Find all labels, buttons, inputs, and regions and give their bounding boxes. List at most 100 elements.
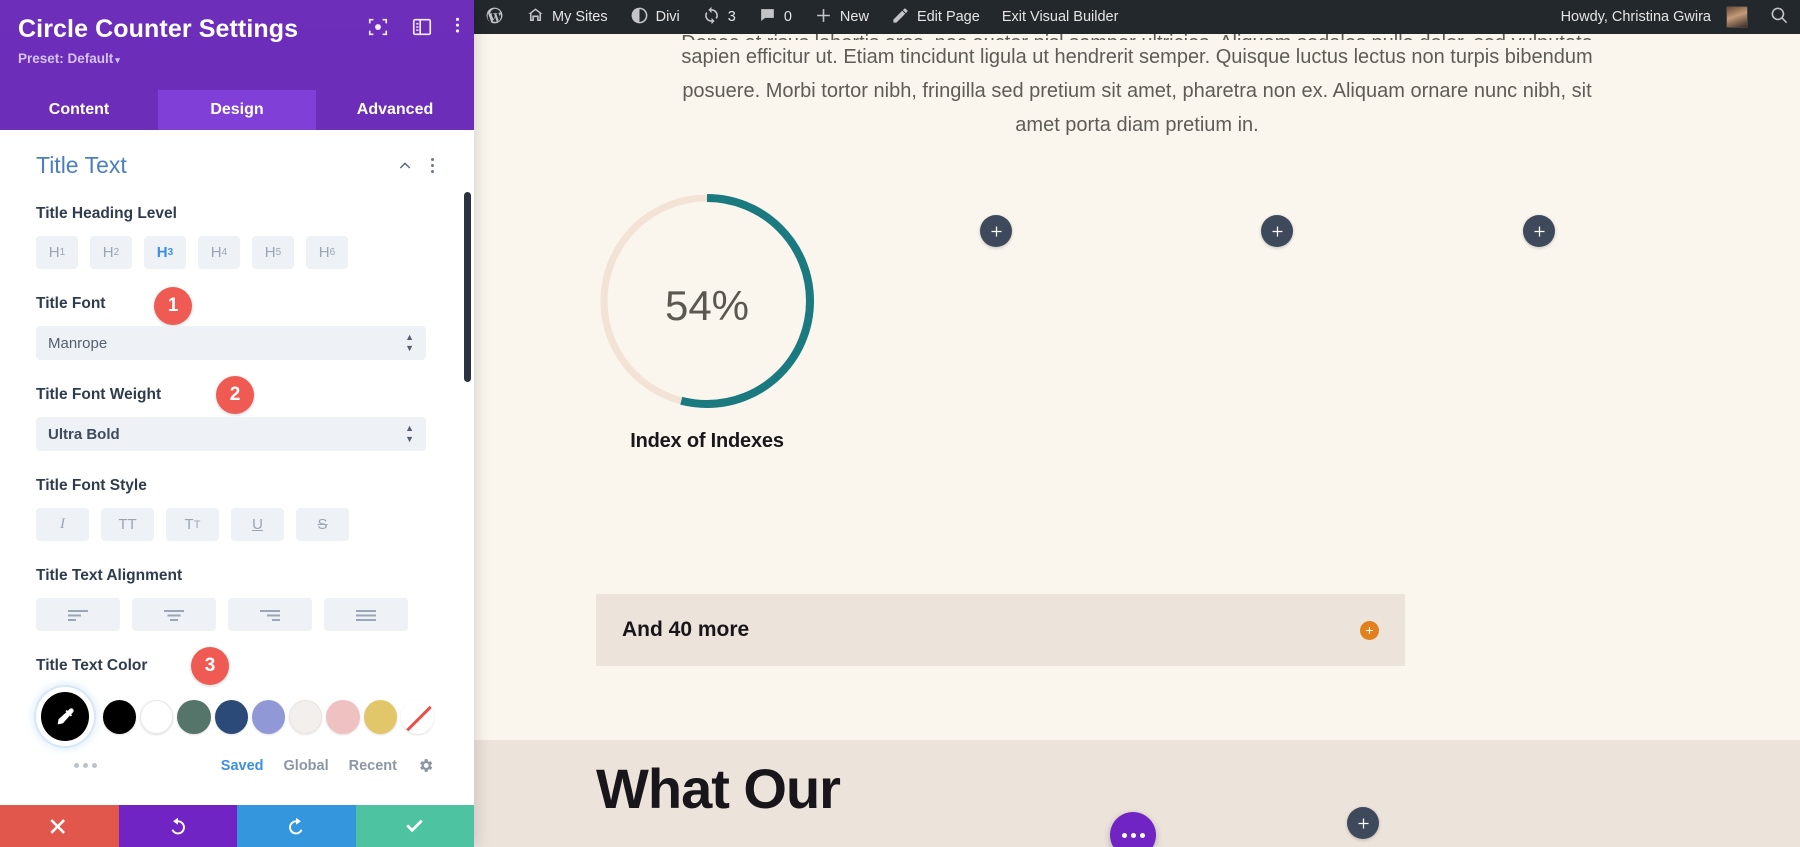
toggle-module-and-40-more[interactable]: And 40 more +: [596, 594, 1405, 666]
swatch-green[interactable]: [177, 699, 211, 734]
swatch-pink[interactable]: [326, 699, 360, 734]
adminbar-my-sites[interactable]: My Sites: [515, 0, 619, 34]
redo-button[interactable]: [237, 805, 356, 847]
toggle-title: And 40 more: [622, 618, 750, 641]
save-button[interactable]: [355, 805, 474, 847]
section-title-text[interactable]: Title Text: [36, 152, 434, 179]
uppercase-icon[interactable]: TT: [101, 508, 154, 541]
annotation-badge-3: 3: [191, 647, 229, 685]
add-module-button-1[interactable]: [980, 215, 1012, 247]
gear-icon[interactable]: [417, 757, 434, 774]
adminbar-wordpress-logo[interactable]: [474, 0, 515, 34]
align-right-icon[interactable]: [228, 598, 312, 631]
field-title-font-style: Title Font Style I TT TT U S: [36, 477, 434, 541]
more-dots-icon[interactable]: [74, 763, 97, 768]
lower-section-heading: What Our: [596, 757, 841, 820]
undo-icon: [171, 817, 186, 834]
tab-advanced[interactable]: Advanced: [316, 90, 474, 130]
circle-counter-module[interactable]: 54% Index of Indexes: [596, 190, 818, 453]
color-tab-global[interactable]: Global: [284, 758, 329, 774]
add-module-button-2[interactable]: [1261, 215, 1293, 247]
adminbar-new[interactable]: New: [803, 0, 880, 34]
module-settings-panel: Circle Counter Settings Preset: Default ▾: [0, 0, 474, 847]
plus-icon: [1534, 226, 1544, 236]
undo-button[interactable]: [118, 805, 237, 847]
chevron-updown-icon: ▲ ▼: [405, 423, 414, 444]
annotation-badge-2: 2: [216, 376, 254, 414]
heading-level-h3[interactable]: H3: [144, 236, 186, 269]
font-style-options: I TT TT U S: [36, 508, 434, 541]
swatch-offwhite[interactable]: [289, 699, 323, 734]
add-module-button-3[interactable]: [1523, 215, 1555, 247]
heading-level-h4[interactable]: H4: [198, 236, 240, 269]
adminbar-updates-count: 3: [727, 9, 736, 25]
heading-level-h6[interactable]: H6: [306, 236, 348, 269]
underline-icon[interactable]: U: [231, 508, 284, 541]
adminbar-howdy[interactable]: Howdy, Christina Gwira: [1550, 0, 1759, 34]
wordpress-logo-icon: [485, 6, 504, 29]
counter-row: 54% Index of Indexes: [474, 180, 1800, 480]
settings-panel-header-icons: [367, 16, 460, 38]
heading-level-h5[interactable]: H5: [252, 236, 294, 269]
field-title-heading-level: Title Heading Level H1 H2 H3 H4 H5 H6: [36, 205, 434, 269]
adminbar-exit-label: Exit Visual Builder: [1001, 9, 1119, 25]
preset-selector[interactable]: Preset: Default ▾: [18, 51, 456, 66]
swatch-periwinkle[interactable]: [251, 699, 286, 734]
italic-icon[interactable]: I: [36, 508, 89, 541]
heading-level-h2[interactable]: H2: [90, 236, 132, 269]
chevron-up-icon[interactable]: [397, 158, 413, 174]
align-center-icon[interactable]: [132, 598, 216, 631]
divi-icon: [630, 6, 649, 29]
updates-icon: [702, 6, 721, 29]
color-swatch-row: [36, 692, 434, 741]
adminbar-search[interactable]: [1759, 0, 1800, 34]
intro-paragraph-clipped-line: Donec at risus lobortis eros, nec auctor…: [664, 34, 1610, 40]
color-tab-saved[interactable]: Saved: [221, 758, 264, 774]
adminbar-updates[interactable]: 3: [691, 0, 747, 34]
toggle-expand-icon[interactable]: +: [1360, 620, 1379, 640]
kebab-menu-icon[interactable]: [431, 158, 434, 173]
settings-tabs: Content Design Advanced: [0, 90, 474, 130]
adminbar-comments[interactable]: 0: [747, 0, 803, 34]
align-justify-icon[interactable]: [324, 598, 408, 631]
search-icon: [1770, 6, 1789, 29]
color-source-tabs: Saved Global Recent: [221, 757, 434, 774]
swatch-white[interactable]: [140, 699, 174, 734]
adminbar-divi[interactable]: Divi: [619, 0, 691, 34]
sites-icon: [526, 6, 545, 29]
eyedropper-icon: [57, 707, 74, 724]
swatch-gold[interactable]: [363, 699, 397, 734]
panel-scrollbar[interactable]: [464, 192, 471, 382]
color-tab-recent[interactable]: Recent: [349, 758, 397, 774]
title-font-weight-value: Ultra Bold: [48, 425, 120, 443]
check-icon: [406, 819, 423, 832]
adminbar-edit-page[interactable]: Edit Page: [880, 0, 991, 34]
target-icon[interactable]: [367, 16, 389, 38]
adminbar-exit-visual-builder[interactable]: Exit Visual Builder: [991, 0, 1130, 34]
add-section-button[interactable]: [1347, 807, 1379, 839]
swatch-navy[interactable]: [214, 699, 248, 734]
capitalize-icon[interactable]: TT: [166, 508, 219, 541]
kebab-menu-icon[interactable]: [455, 16, 460, 38]
title-font-weight-select[interactable]: Ultra Bold ▲ ▼: [36, 417, 426, 451]
title-font-value: Manrope: [48, 334, 108, 352]
strikethrough-icon[interactable]: S: [296, 508, 349, 541]
preset-label: Preset: Default: [18, 51, 114, 66]
swatch-transparent[interactable]: [400, 699, 434, 734]
swatch-black[interactable]: [102, 699, 137, 734]
tab-content[interactable]: Content: [0, 90, 158, 130]
tab-design[interactable]: Design: [158, 90, 316, 130]
align-left-icon[interactable]: [36, 598, 120, 631]
color-picker-button[interactable]: [41, 692, 89, 741]
pencil-icon: [891, 6, 910, 29]
annotation-badge-1: 1: [154, 287, 192, 325]
intro-paragraph-text: sapien efficitur ut. Etiam tincidunt lig…: [681, 46, 1593, 136]
ellipsis-icon-dot: [1130, 832, 1136, 838]
adminbar-howdy-label: Howdy, Christina Gwira: [1560, 9, 1711, 25]
adminbar-comments-count: 0: [783, 9, 792, 25]
heading-level-h1[interactable]: H1: [36, 236, 78, 269]
discard-button[interactable]: [0, 805, 119, 847]
field-label: Title Font Weight: [36, 386, 162, 403]
title-font-select[interactable]: Manrope ▲ ▼: [36, 326, 426, 360]
layout-icon[interactable]: [411, 16, 433, 38]
